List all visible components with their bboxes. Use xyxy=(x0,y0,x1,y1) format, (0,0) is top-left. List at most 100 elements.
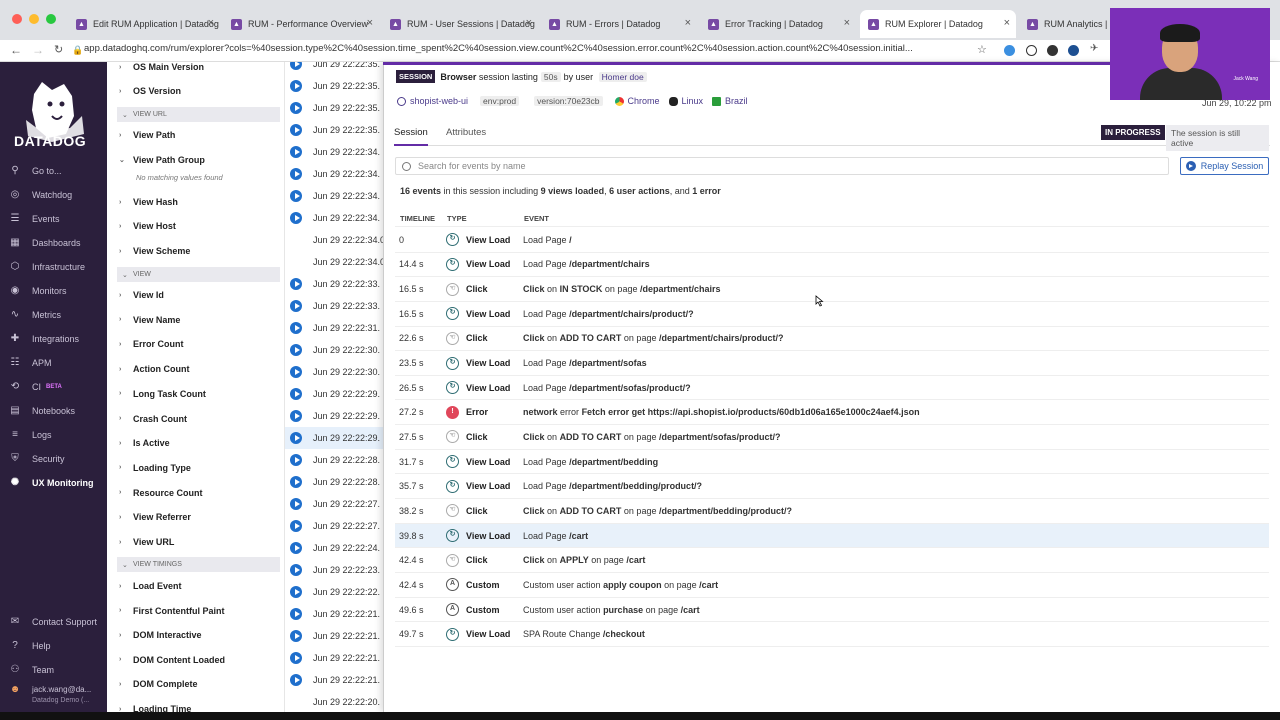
session-user[interactable]: Homer doe xyxy=(598,71,647,82)
nav-item-logs[interactable]: ≡ Logs xyxy=(0,424,107,446)
session-list-row[interactable]: Jun 29 22:22:20. xyxy=(285,691,385,712)
nav-item-go-to[interactable]: ⚲ Go to... xyxy=(0,160,107,182)
browser-tab[interactable]: ▲ Error Tracking | Datadog × xyxy=(700,10,856,38)
play-icon[interactable] xyxy=(290,476,302,488)
play-icon[interactable] xyxy=(290,586,302,598)
nav-item-ci[interactable]: ⟲ CI BETA xyxy=(0,376,107,398)
facet-item[interactable]: › Error Count xyxy=(119,339,279,349)
facet-item[interactable]: › View Hash xyxy=(119,197,279,207)
tab-attributes[interactable]: Attributes xyxy=(446,127,486,138)
play-icon[interactable] xyxy=(290,498,302,510)
play-icon[interactable] xyxy=(290,300,302,312)
facet-item[interactable]: › View Referrer xyxy=(119,512,279,522)
replay-session-button[interactable]: Replay Session xyxy=(1180,157,1269,175)
facet-group-header[interactable]: ⌄ VIEW TIMINGS xyxy=(117,557,280,572)
facet-item[interactable]: › Is Active xyxy=(119,438,279,448)
session-list-row[interactable]: Jun 29 22:22:33. xyxy=(285,273,385,295)
nav-item-integrations[interactable]: ✚ Integrations xyxy=(0,328,107,350)
extension-icon[interactable] xyxy=(1026,45,1037,56)
session-list-row[interactable]: Jun 29 22:22:28. xyxy=(285,471,385,493)
play-icon[interactable] xyxy=(290,520,302,532)
facet-item[interactable]: › First Contentful Paint xyxy=(119,606,279,616)
event-row[interactable]: 16.5 s ☜ Click Click on IN STOCK on page /d… xyxy=(395,277,1269,302)
nav-item-notebooks[interactable]: ▤ Notebooks xyxy=(0,400,107,422)
event-row[interactable]: 31.7 s ↻ View Load Load Page /department/be… xyxy=(395,450,1269,475)
session-list-row[interactable]: Jun 29 22:22:34. xyxy=(285,141,385,163)
extension-icon[interactable] xyxy=(1047,45,1058,56)
play-icon[interactable] xyxy=(290,674,302,686)
column-header-event[interactable]: EVENT xyxy=(524,214,549,223)
session-list-row[interactable]: Jun 29 22:22:21. xyxy=(285,603,385,625)
facet-item[interactable]: › View Host xyxy=(119,221,279,231)
session-list-row[interactable]: Jun 29 22:22:34. xyxy=(285,207,385,229)
event-row[interactable]: 23.5 s ↻ View Load Load Page /department/so… xyxy=(395,351,1269,376)
column-header-timeline[interactable]: TIMELINE xyxy=(400,214,435,223)
play-icon[interactable] xyxy=(290,146,302,158)
nav-item-team[interactable]: ⚇ Team xyxy=(0,659,107,681)
facet-item[interactable]: › Crash Count xyxy=(119,414,279,424)
facet-item[interactable]: › Load Event xyxy=(119,581,279,591)
event-row[interactable]: 42.4 s ☜ Click Click on APPLY on page /cart xyxy=(395,548,1269,574)
session-list-row[interactable]: Jun 29 22:22:34. xyxy=(285,185,385,207)
facet-item[interactable]: › View Path xyxy=(119,130,279,140)
browser-tab[interactable]: ▲ RUM Analytics | D xyxy=(1019,10,1109,38)
session-list-row[interactable]: Jun 29 22:22:21. xyxy=(285,647,385,669)
event-row[interactable]: 49.7 s ↻ View Load SPA Route Change /checko… xyxy=(395,622,1269,647)
nav-item-contact-support[interactable]: ✉ Contact Support xyxy=(0,611,107,633)
facet-item[interactable]: › Loading Time xyxy=(119,704,279,712)
facet-item[interactable]: › View Name xyxy=(119,315,279,325)
session-list-row[interactable]: Jun 29 22:22:29. xyxy=(285,405,385,427)
session-list-row[interactable]: Jun 29 22:22:35. xyxy=(285,62,385,75)
session-list-row[interactable]: Jun 29 22:22:24. xyxy=(285,537,385,559)
close-tab-icon[interactable]: × xyxy=(526,17,532,29)
play-icon[interactable] xyxy=(290,652,302,664)
nav-item-ux-monitoring[interactable]: ✺ UX Monitoring xyxy=(0,472,107,494)
session-list-row[interactable]: Jun 29 22:22:29. xyxy=(285,383,385,405)
session-list-row[interactable]: Jun 29 22:22:29. xyxy=(285,427,385,449)
facet-item[interactable]: › View Scheme xyxy=(119,246,279,256)
close-tab-icon[interactable]: × xyxy=(685,17,691,29)
play-icon[interactable] xyxy=(290,278,302,290)
facet-item[interactable]: › DOM Interactive xyxy=(119,630,279,640)
version-tag[interactable]: version:70e23cb xyxy=(531,96,605,106)
event-row[interactable]: 27.5 s ☜ Click Click on ADD TO CART on page… xyxy=(395,425,1269,450)
browser-tab[interactable]: ▲ RUM - User Sessions | Datadog × xyxy=(382,10,538,38)
play-icon[interactable] xyxy=(290,168,302,180)
facet-item[interactable]: › OS Main Version xyxy=(119,62,279,72)
column-header-type[interactable]: TYPE xyxy=(447,214,467,223)
session-list-row[interactable]: Jun 29 22:22:21. xyxy=(285,625,385,647)
nav-item-watchdog[interactable]: ◎ Watchdog xyxy=(0,184,107,206)
nav-item-events[interactable]: ☰ Events xyxy=(0,208,107,230)
minimize-window-button[interactable] xyxy=(29,14,39,24)
facet-group-header[interactable]: ⌄ VIEW xyxy=(117,267,280,282)
os-tag[interactable]: Linux xyxy=(668,96,703,106)
maximize-window-button[interactable] xyxy=(46,14,56,24)
session-list-row[interactable]: Jun 29 22:22:33. xyxy=(285,295,385,317)
browser-tab[interactable]: ▲ RUM - Performance Overview × xyxy=(223,10,379,38)
session-list-row[interactable]: Jun 29 22:22:28. xyxy=(285,449,385,471)
session-list-row[interactable]: Jun 29 22:22:27. xyxy=(285,493,385,515)
event-row[interactable]: 27.2 s! Error network error Fetch error ge… xyxy=(395,401,1269,426)
facet-item[interactable]: › DOM Content Loaded xyxy=(119,655,279,665)
env-tag[interactable]: env:prod xyxy=(477,96,522,106)
session-list-row[interactable]: Jun 29 22:22:30. xyxy=(285,361,385,383)
play-icon[interactable] xyxy=(290,80,302,92)
nav-item-apm[interactable]: ☷ APM xyxy=(0,352,107,374)
facet-item[interactable]: › Resource Count xyxy=(119,488,279,498)
play-icon[interactable] xyxy=(290,608,302,620)
close-tab-icon[interactable]: × xyxy=(208,17,214,29)
play-icon[interactable] xyxy=(290,190,302,202)
play-icon[interactable] xyxy=(290,212,302,224)
facet-item[interactable]: › View Id xyxy=(119,290,279,300)
event-row[interactable]: 22.6 s ☜ Click Click on ADD TO CART on page… xyxy=(395,327,1269,352)
service-tag[interactable]: shopist-web-ui xyxy=(397,96,468,106)
extension-icon[interactable] xyxy=(1068,45,1079,56)
bookmark-star-icon[interactable]: ☆ xyxy=(977,43,987,56)
reload-icon[interactable]: ↻ xyxy=(54,43,63,56)
nav-item-dashboards[interactable]: ▦ Dashboards xyxy=(0,232,107,254)
nav-item-help[interactable]: ? Help xyxy=(0,635,107,657)
play-icon[interactable] xyxy=(290,124,302,136)
facet-group-header[interactable]: ⌄ VIEW URL xyxy=(117,107,280,122)
event-row[interactable]: 0 ↻ View Load Load Page / xyxy=(395,228,1269,253)
url-field[interactable]: app.datadoghq.com/rum/explorer?cols=%40s… xyxy=(84,43,913,54)
